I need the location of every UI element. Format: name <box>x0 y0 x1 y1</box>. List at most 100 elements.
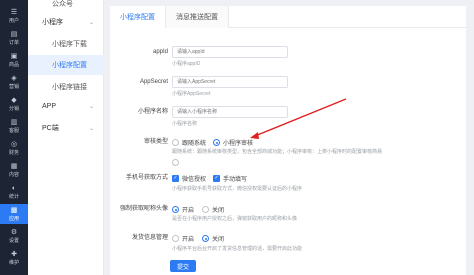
sidebar-item-label: 公众号 <box>52 1 73 8</box>
maintenance-icon: ✚ <box>11 250 17 258</box>
rail-label: 分销 <box>8 105 19 112</box>
rail-item-distribution[interactable]: ◆ 分销 <box>0 94 28 114</box>
phone-method-hint: 小程序获取手机号获取方式，微信授权需要认证后的小程序 <box>172 186 303 192</box>
sidebar-item-miniprogram-link[interactable]: 小程序链接 <box>28 77 104 97</box>
shipping-option-on[interactable]: 开启 <box>172 234 194 243</box>
avatar-option-on[interactable]: 开启 <box>172 205 194 214</box>
chevron-down-icon: ⌄ <box>88 19 94 26</box>
apps-icon: ▩ <box>10 206 18 214</box>
review-type-label: 审核类型 <box>143 139 168 145</box>
review-option-miniprogram[interactable]: 小程序审核 <box>213 138 253 147</box>
option-label: 关闭 <box>212 237 225 243</box>
sub-sidebar: 公众号 小程序 ⌄ 小程序下载 小程序配置 小程序链接 APP ⌄ PC端 ⌄ <box>28 0 104 275</box>
content-icon: ▦ <box>10 162 18 170</box>
sidebar-group-pc[interactable]: PC端 ⌄ <box>28 118 104 138</box>
review-type-hint: 跟随系统：跟随系统审核类型，包含全部商城功能；小程序审核：上架小程序时的配置审核… <box>172 149 383 155</box>
order-icon: ▤ <box>10 30 18 38</box>
shipping-hint: 小程序平台后台开启了发货信息管理的话，需要开启此功能 <box>172 246 303 252</box>
option-label: 开启 <box>182 237 195 243</box>
rail-label: 用户 <box>8 17 19 24</box>
rail-label: 维护 <box>8 259 19 266</box>
rail-label: 营销 <box>8 83 19 90</box>
phone-option-wechat[interactable]: ✓ 微信授权 <box>172 174 206 183</box>
sidebar-item-label: 小程序链接 <box>52 84 87 91</box>
appid-input[interactable] <box>172 46 288 58</box>
rail-item-marketing[interactable]: ◈ 营销 <box>0 72 28 92</box>
rail-label: 订单 <box>8 39 19 46</box>
rail-item-order[interactable]: ▤ 订单 <box>0 28 28 48</box>
phone-option-manual[interactable]: ✓ 手动填写 <box>213 174 247 183</box>
rail-label: 财务 <box>8 149 19 156</box>
appsecret-label: AppSecret <box>139 79 168 85</box>
user-icon: ☰ <box>10 8 18 16</box>
gear-icon: ⚙ <box>10 228 18 236</box>
rail-label: 商品 <box>8 61 19 68</box>
option-label: 开启 <box>182 208 195 214</box>
shipping-option-off[interactable]: 关闭 <box>202 234 224 243</box>
rail-item-user[interactable]: ☰ 用户 <box>0 6 28 26</box>
avatar-option-off[interactable]: 关闭 <box>202 205 224 214</box>
stats-icon: ◐ <box>11 184 17 192</box>
sidebar-group-app[interactable]: APP ⌄ <box>28 96 104 116</box>
chevron-down-icon: ⌄ <box>88 103 94 110</box>
appsecret-input[interactable] <box>172 76 288 88</box>
force-avatar-label: 强制获取昵称头像 <box>119 206 168 212</box>
rail-item-service[interactable]: ▥ 客服 <box>0 116 28 136</box>
radio-off <box>172 235 179 242</box>
rail-item-content[interactable]: ▦ 内容 <box>0 160 28 180</box>
rail-item-maintenance[interactable]: ✚ 维护 <box>0 248 28 268</box>
sidebar-item-label: PC端 <box>42 125 59 132</box>
appid-hint: 小程序appID <box>172 61 201 67</box>
appname-input[interactable] <box>172 106 288 118</box>
tab-message-push-config[interactable]: 消息推送配置 <box>166 6 229 28</box>
review-option-follow-system[interactable]: 跟随系统 <box>172 138 206 147</box>
sidebar-item-miniprogram-config[interactable]: 小程序配置 <box>28 55 104 75</box>
option-label: 小程序审核 <box>223 141 254 147</box>
appsecret-hint: 小程序AppSecret <box>172 91 211 97</box>
extra-radio[interactable] <box>172 159 179 166</box>
sidebar-item-label: APP <box>42 102 57 110</box>
rail-item-finance[interactable]: ◎ 财务 <box>0 138 28 158</box>
sidebar-group-miniprogram[interactable]: 小程序 ⌄ <box>28 12 104 32</box>
rail-item-apps[interactable]: ▩ 应用 <box>0 204 28 224</box>
option-label: 微信授权 <box>182 177 207 183</box>
radio-off <box>202 206 209 213</box>
finance-icon: ◎ <box>10 140 18 148</box>
option-label: 跟随系统 <box>182 141 207 147</box>
rail-item-stats[interactable]: ◐ 统计 <box>0 182 28 202</box>
sidebar-item-label: 小程序下载 <box>52 41 87 48</box>
checkbox-checked-icon: ✓ <box>213 175 220 182</box>
tab-miniprogram-config[interactable]: 小程序配置 <box>110 6 166 28</box>
distribution-icon: ◆ <box>11 96 17 104</box>
appname-hint: 小程序名称 <box>172 121 198 127</box>
appname-label: 小程序名称 <box>137 109 168 115</box>
product-icon: ▣ <box>10 52 18 60</box>
tab-bar: 小程序配置 消息推送配置 <box>110 6 466 28</box>
rail-label: 内容 <box>8 171 19 178</box>
app-root: ☰ 用户 ▤ 订单 ▣ 商品 ◈ 营销 ◆ 分销 ▥ 客服 ◎ 财务 ▦ 内容 <box>0 0 474 275</box>
phone-method-label: 手机号获取方式 <box>125 175 168 181</box>
checkbox-checked-icon: ✓ <box>172 175 179 182</box>
rail-label: 客服 <box>8 127 19 134</box>
submit-button[interactable]: 提交 <box>170 260 196 272</box>
shipping-label: 发货信息管理 <box>131 235 168 241</box>
rail-label: 应用 <box>8 215 19 222</box>
rail-label: 设置 <box>8 237 19 244</box>
radio-on <box>202 235 209 242</box>
rail-item-settings[interactable]: ⚙ 设置 <box>0 226 28 246</box>
chevron-down-icon: ⌄ <box>88 125 94 132</box>
rail-item-product[interactable]: ▣ 商品 <box>0 50 28 70</box>
sidebar-item-label: 小程序 <box>42 19 63 26</box>
sidebar-item-miniprogram-download[interactable]: 小程序下载 <box>28 34 104 54</box>
force-avatar-hint: 是否在小程序用户授权之后，弹窗获取用户的昵称和头像 <box>172 216 298 222</box>
radio-off <box>172 139 179 146</box>
radio-on <box>172 206 179 213</box>
main-nav-rail: ☰ 用户 ▤ 订单 ▣ 商品 ◈ 营销 ◆ 分销 ▥ 客服 ◎ 财务 ▦ 内容 <box>0 0 28 275</box>
rail-label: 统计 <box>8 193 19 200</box>
option-label: 关闭 <box>212 208 225 214</box>
service-icon: ▥ <box>10 118 18 126</box>
appid-label: appId <box>152 49 168 55</box>
sidebar-item-label: 小程序配置 <box>52 62 87 69</box>
config-panel: 小程序配置 消息推送配置 appId 小程序appID AppSecret 小程… <box>110 6 466 275</box>
option-label: 手动填写 <box>223 177 248 183</box>
